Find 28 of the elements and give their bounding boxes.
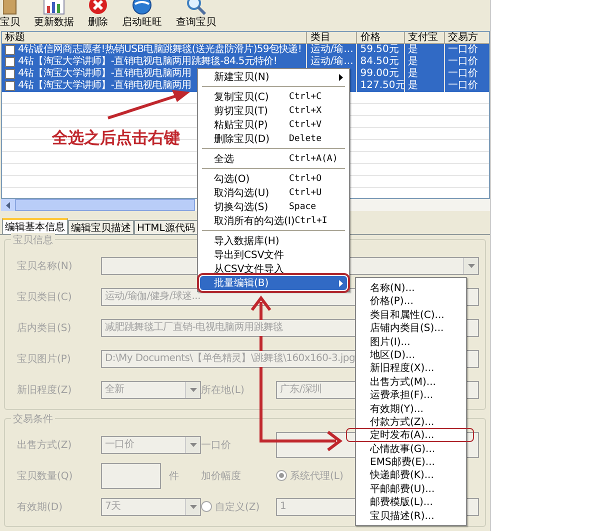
field-label: 有效期(D) (17, 500, 64, 514)
unit-label: 件 (169, 470, 179, 482)
table-cell: 一口价 (448, 68, 478, 79)
table-cell: 是 (408, 56, 418, 67)
table-cell: 84.50元 (360, 56, 399, 67)
table-cell: 99.00元 (360, 68, 399, 79)
field-label: 宝贝名称(N) (17, 260, 74, 272)
table-cell: 运动/瑜... (310, 44, 354, 55)
table-cell: 运动/瑜... (310, 56, 354, 67)
field-label: 加价幅度 (201, 470, 242, 482)
field-label: 宝贝图片(P) (17, 352, 72, 366)
table-cell: 是 (408, 80, 418, 91)
table-cell: 是 (408, 68, 418, 79)
field-label: 宝贝类目(C) (17, 290, 73, 304)
field-label: 宝贝数量(Q) (17, 470, 74, 482)
table-cell: 59.50元 (360, 44, 399, 55)
table-cell: 一口价 (448, 80, 478, 91)
annotation-text: 全选之后点击右键 (52, 128, 180, 149)
table-cell: 是 (408, 44, 418, 55)
field-label: 新旧程度(Z) (17, 384, 73, 396)
group-title: 交易条件 (11, 412, 55, 426)
group-title: 宝贝信息 (11, 233, 55, 247)
field-label: 一口价 (201, 438, 232, 452)
field-label: 出售方式(Z) (17, 438, 73, 452)
field-label: 店内类目(S) (17, 322, 72, 334)
table-cell: 一口价 (448, 56, 478, 67)
field-label: 所在地(L) (201, 384, 246, 396)
table-cell: 一口价 (448, 44, 478, 55)
